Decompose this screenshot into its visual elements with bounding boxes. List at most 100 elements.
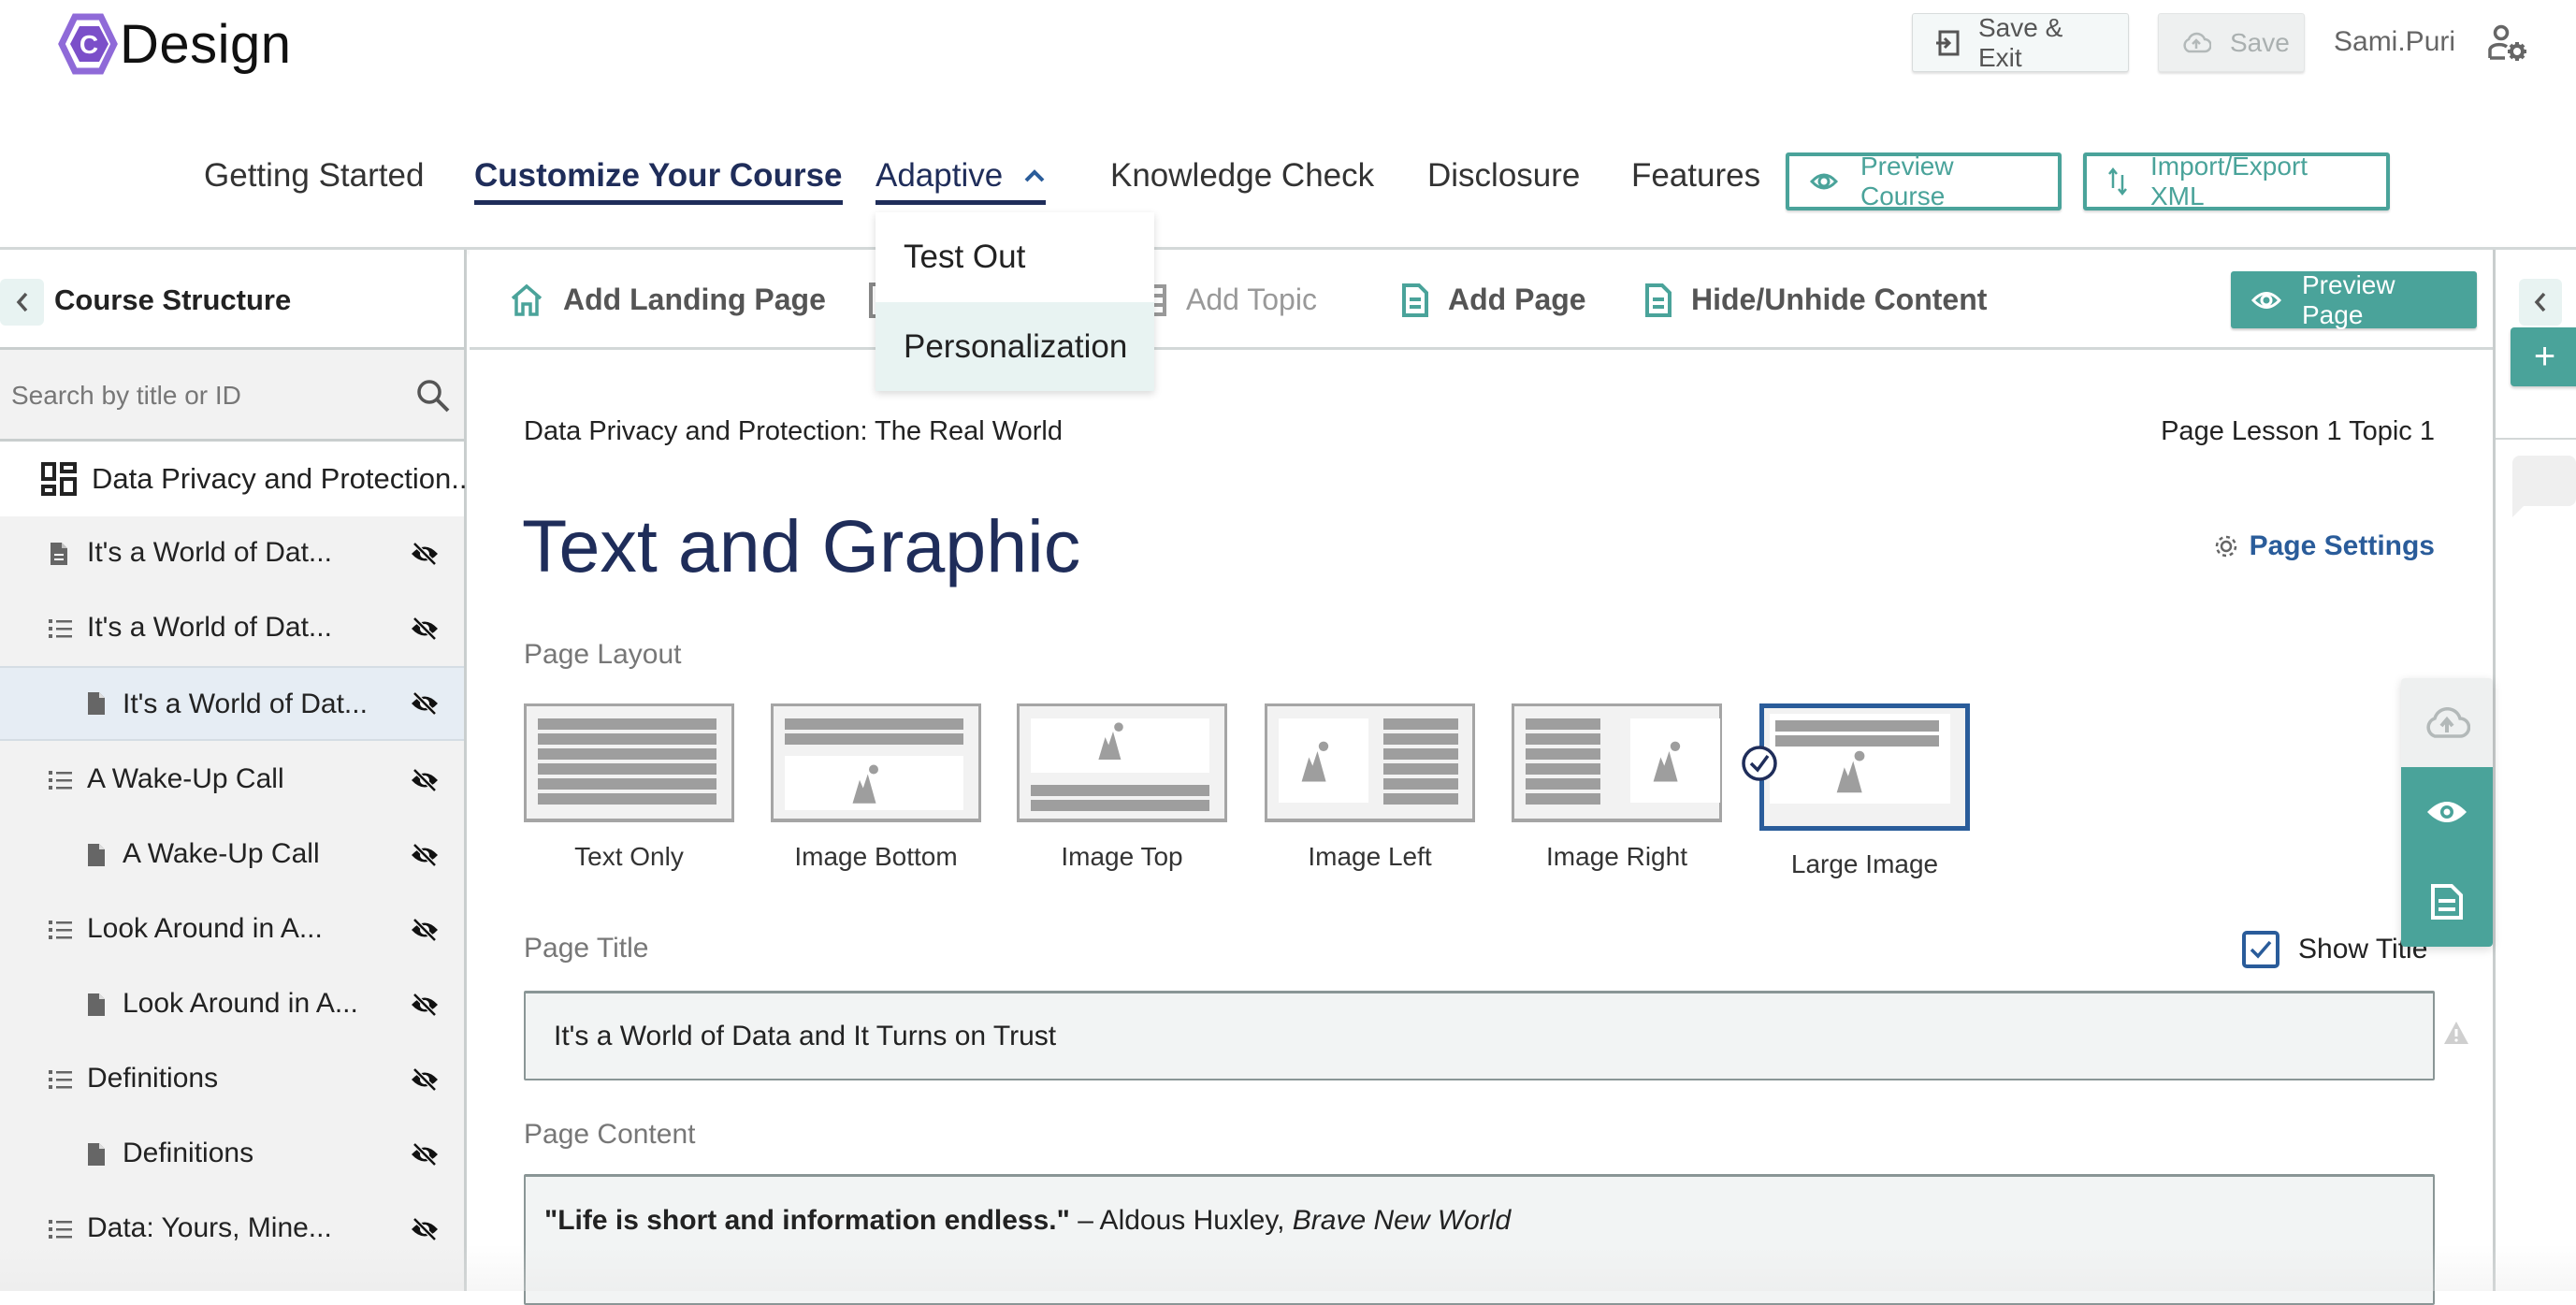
page-settings-label: Page Settings <box>2249 530 2435 561</box>
layout-option-large-image[interactable] <box>1759 703 1970 831</box>
topic-list-icon <box>49 920 73 940</box>
nav-knowledge-check[interactable]: Knowledge Check <box>1110 157 1374 200</box>
warning-icon <box>2442 1020 2470 1046</box>
layout-thumbnail <box>774 706 978 819</box>
layout-option-image-left[interactable] <box>1265 703 1475 822</box>
layout-option-image-bottom[interactable] <box>771 703 981 822</box>
page-title-label: Page Title <box>524 933 649 964</box>
nav-adaptive[interactable]: Adaptive <box>876 157 1047 205</box>
save-and-exit-button[interactable]: Save & Exit <box>1912 13 2129 72</box>
page-content-label: Page Content <box>524 1119 696 1150</box>
menu-item-personalization[interactable]: Personalization <box>876 302 1154 391</box>
tree-item[interactable]: It's a World of Dat... <box>0 516 464 591</box>
visibility-off-icon[interactable] <box>410 918 440 942</box>
preview-page-label: Preview Page <box>2302 269 2395 329</box>
import-export-xml-button[interactable]: Import/Export XML <box>2083 152 2390 210</box>
preview-course-button[interactable]: Preview Course <box>1786 152 2062 210</box>
visibility-off-icon[interactable] <box>410 1142 440 1167</box>
save-label: Save <box>2230 27 2290 57</box>
content-work-title: Brave New World <box>1292 1205 1512 1236</box>
collapse-sidebar-button[interactable] <box>0 279 44 326</box>
preview-page-button[interactable]: Preview Page <box>2231 269 2477 329</box>
tree-item[interactable]: Look Around in A... <box>0 967 464 1042</box>
tree-item-label: Data: Yours, Mine... <box>87 1212 332 1243</box>
save-button[interactable]: Save <box>2158 13 2305 72</box>
content-attribution: – Aldous Huxley, <box>1069 1205 1293 1236</box>
show-title-checkbox[interactable] <box>2242 931 2279 968</box>
add-landing-page-label: Add Landing Page <box>563 283 826 316</box>
page-layout-label: Page Layout <box>524 639 682 670</box>
tree-item[interactable]: A Wake-Up Call <box>0 743 464 818</box>
preview-course-label: Preview Course <box>1860 152 1954 210</box>
layout-option-text-only[interactable] <box>524 703 734 822</box>
tree-root-item[interactable]: Data Privacy and Protection.. <box>0 442 468 516</box>
visibility-off-icon[interactable] <box>410 1217 440 1241</box>
visibility-off-icon[interactable] <box>410 1067 440 1092</box>
eye-icon <box>2425 797 2468 827</box>
comment-icon[interactable] <box>2512 456 2576 521</box>
topic-list-icon <box>49 618 73 639</box>
tree-item[interactable]: It's a World of Dat... <box>0 666 464 741</box>
page-icon <box>1644 283 1672 318</box>
page-title-input[interactable] <box>524 991 2435 1080</box>
hide-unhide-content-button[interactable]: Hide/Unhide Content <box>1644 250 1987 350</box>
add-topic-label: Add Topic <box>1186 283 1317 316</box>
tree-item[interactable]: Data: Yours, Mine... <box>0 1192 464 1267</box>
sidebar-title: Course Structure <box>54 283 292 316</box>
tree-item[interactable]: A Wake-Up Call <box>0 818 464 892</box>
layout-option-image-top[interactable] <box>1017 703 1227 822</box>
nav-customize-your-course[interactable]: Customize Your Course <box>474 157 843 205</box>
save-and-exit-label: Save & Exit <box>1978 12 2063 72</box>
page-details-button[interactable] <box>2401 857 2493 947</box>
tree-item[interactable]: It's a World of Dat... <box>0 591 464 666</box>
add-landing-page-button[interactable]: Add Landing Page <box>509 250 826 350</box>
gear-icon <box>2212 532 2240 560</box>
search-input[interactable] <box>11 376 385 415</box>
layout-option-image-right[interactable] <box>1512 703 1722 822</box>
add-topic-button[interactable]: Add Topic <box>1145 250 1317 350</box>
nav-features[interactable]: Features <box>1631 157 1760 200</box>
eye-icon <box>2251 289 2281 312</box>
page-icon <box>86 842 107 868</box>
show-title-toggle[interactable]: Show Title <box>2242 931 2427 968</box>
page-content-editor[interactable]: "Life is short and information endless."… <box>524 1174 2435 1305</box>
preview-toggle-button[interactable] <box>2401 767 2493 857</box>
tree-root-label: Data Privacy and Protection.. <box>92 462 468 495</box>
add-page-button[interactable]: Add Page <box>1401 250 1586 350</box>
exit-icon <box>1935 30 1960 56</box>
search-icon[interactable] <box>415 378 451 413</box>
username[interactable]: Sami.Puri <box>2334 26 2455 58</box>
tree-item-label: Definitions <box>87 1063 219 1094</box>
visibility-off-icon[interactable] <box>410 993 440 1017</box>
plus-icon: + <box>2533 336 2556 377</box>
upload-button[interactable] <box>2401 678 2493 767</box>
tree-item[interactable]: Look Around in A... <box>0 892 464 967</box>
page-toolbar: Add Landing Page Add Topic Add Page Hide… <box>470 250 2493 350</box>
brand-name: Design <box>120 14 292 75</box>
tree-item-label: A Wake-Up Call <box>123 838 320 869</box>
chevron-left-icon <box>15 291 30 313</box>
floating-action-panel <box>2401 678 2493 947</box>
nav-disclosure[interactable]: Disclosure <box>1427 157 1580 200</box>
visibility-off-icon[interactable] <box>410 542 440 566</box>
page-location: Page Lesson 1 Topic 1 <box>2161 416 2435 446</box>
user-settings-icon[interactable] <box>2488 24 2527 62</box>
nav-getting-started[interactable]: Getting Started <box>204 157 424 200</box>
page-icon <box>86 690 107 717</box>
visibility-off-icon[interactable] <box>410 691 440 716</box>
layout-option-label: Image Bottom <box>794 842 958 871</box>
add-button[interactable]: + <box>2511 327 2576 386</box>
eye-icon <box>1810 170 1838 193</box>
tree-item-label: It's a World of Dat... <box>87 612 332 643</box>
expand-right-panel-button[interactable] <box>2519 279 2562 326</box>
tree-item[interactable]: Definitions <box>0 1042 464 1117</box>
visibility-off-icon[interactable] <box>410 768 440 792</box>
layout-option-label: Image Left <box>1308 842 1432 871</box>
menu-item-test-out[interactable]: Test Out <box>876 212 1154 301</box>
visibility-off-icon[interactable] <box>410 843 440 867</box>
tree-item[interactable]: Definitions <box>0 1117 464 1192</box>
hide-unhide-label: Hide/Unhide Content <box>1691 283 1988 316</box>
brand-logo-icon: C <box>54 13 118 75</box>
page-settings-link[interactable]: Page Settings <box>2212 530 2435 562</box>
visibility-off-icon[interactable] <box>410 616 440 641</box>
